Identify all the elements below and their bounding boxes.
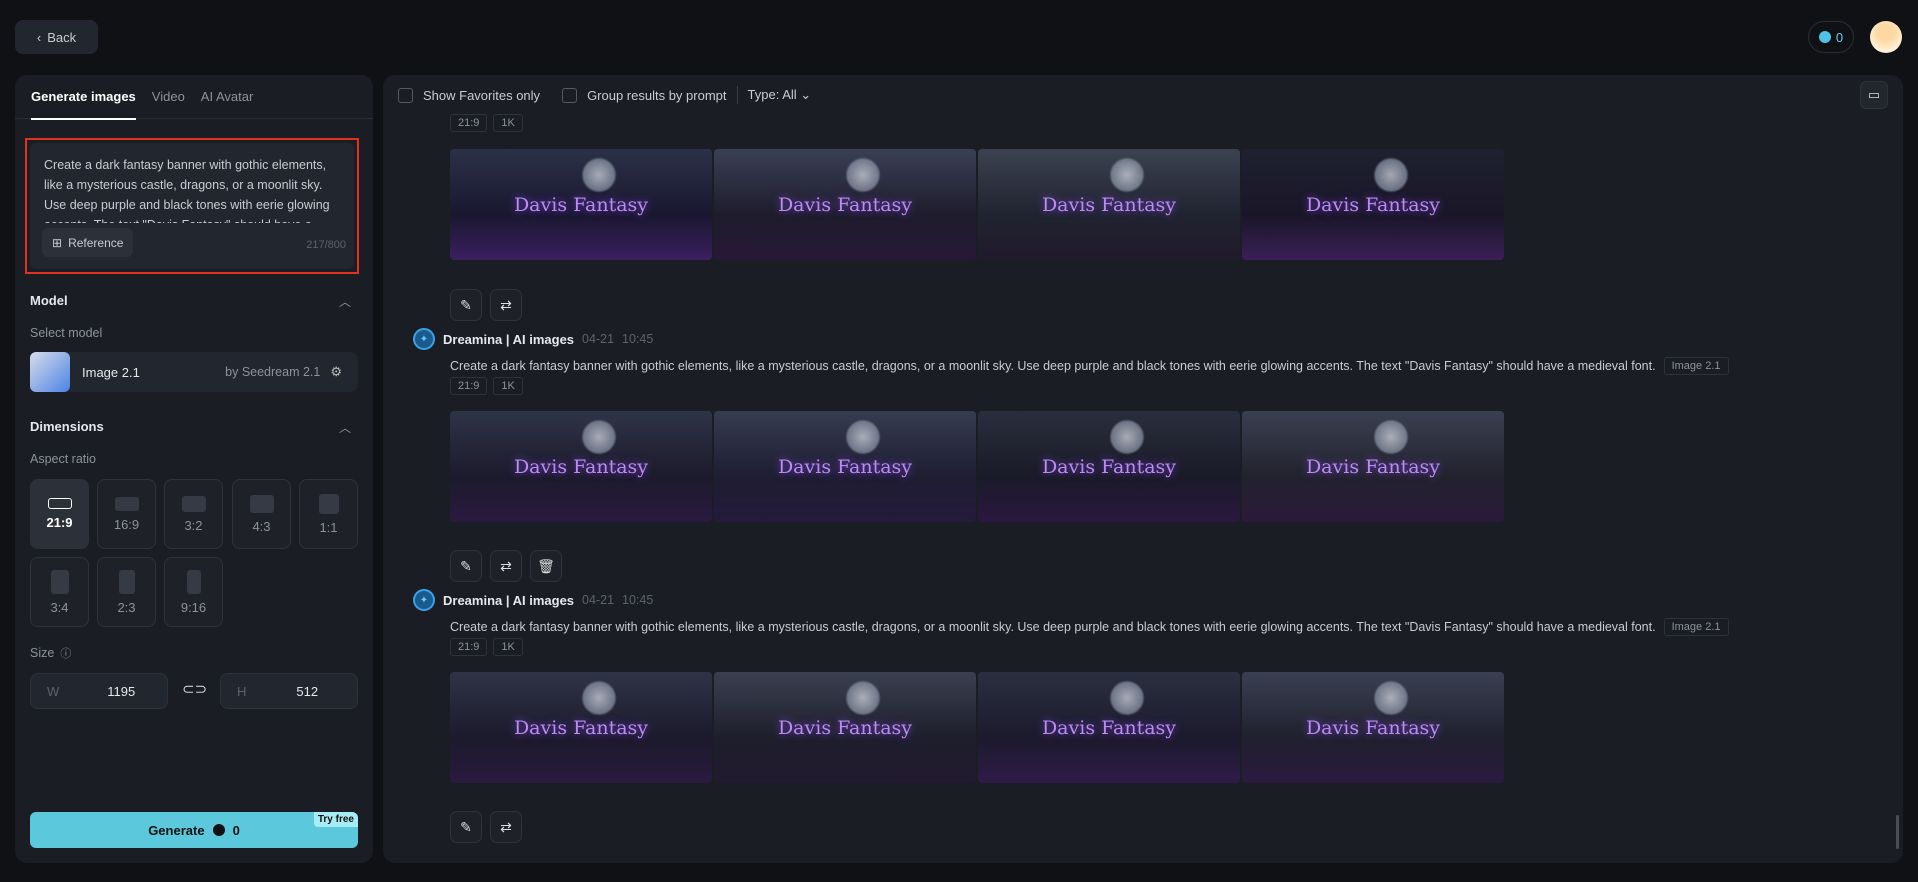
result-image[interactable]: Davis Fantasy — [978, 411, 1240, 522]
image-grid: Davis Fantasy Davis Fantasy Davis Fantas… — [450, 149, 1504, 260]
model-tag: Image 2.1 — [1663, 618, 1729, 636]
model-thumbnail — [30, 352, 70, 392]
prompt-highlight: Create a dark fantasy banner with gothic… — [25, 138, 359, 274]
result-prompt: Create a dark fantasy banner with gothic… — [450, 357, 1735, 375]
edit-pencil-icon[interactable]: ✎ — [450, 289, 482, 321]
width-input[interactable]: W 1195 — [30, 673, 168, 709]
credit-coin-icon — [212, 824, 225, 836]
settings-sliders-icon[interactable]: ⚙ — [330, 364, 342, 380]
info-icon[interactable]: ⓘ — [60, 645, 71, 661]
edit-pencil-icon[interactable]: ✎ — [450, 550, 482, 582]
credit-coin-icon — [1818, 31, 1831, 43]
regenerate-icon[interactable]: ⇄ — [490, 550, 522, 582]
result-tags: 21:9 1K — [450, 638, 529, 656]
credits-badge[interactable]: 0 — [1808, 21, 1854, 53]
prompt-input[interactable]: Create a dark fantasy banner with gothic… — [44, 155, 340, 223]
select-model-label: Select model — [30, 326, 103, 340]
try-free-badge: Try free — [313, 812, 358, 827]
ratio-21-9[interactable]: 21:9 — [30, 479, 89, 549]
dreamina-logo-icon: ✦ — [413, 328, 435, 350]
result-tags: 21:9 1K — [450, 377, 529, 395]
result-image[interactable]: Davis Fantasy — [978, 149, 1240, 260]
size-label-row: Size ⓘ — [30, 645, 72, 661]
model-tag: Image 2.1 — [1663, 357, 1729, 375]
result-image[interactable]: Davis Fantasy — [450, 672, 712, 783]
image-grid: Davis Fantasy Davis Fantasy Davis Fantas… — [450, 672, 1504, 783]
aspect-ratio-label: Aspect ratio — [30, 452, 97, 466]
regenerate-icon[interactable]: ⇄ — [490, 811, 522, 843]
trash-icon[interactable]: 🗑 — [530, 550, 562, 582]
tab-video[interactable]: Video — [152, 75, 185, 119]
link-icon[interactable]: ⊂⊃ — [182, 680, 207, 698]
tab-ai-avatar[interactable]: AI Avatar — [201, 75, 254, 119]
chevron-up-icon[interactable]: ︿ — [339, 419, 351, 436]
ratio-1-1[interactable]: 1:1 — [299, 479, 358, 549]
result-image[interactable]: Davis Fantasy — [978, 672, 1240, 783]
ratio-2-3[interactable]: 2:3 — [97, 557, 156, 627]
result-image[interactable]: Davis Fantasy — [450, 149, 712, 260]
ratio-shape-icon — [249, 494, 274, 513]
chevron-up-icon[interactable]: ︿ — [339, 293, 351, 310]
ratio-4-3[interactable]: 4:3 — [232, 479, 291, 549]
generate-button[interactable]: Generate 0 Try free — [30, 812, 358, 848]
ratio-shape-icon — [47, 498, 72, 509]
result-tags: 21:9 1K — [450, 114, 529, 132]
model-name: Image 2.1 — [82, 364, 140, 380]
result-image[interactable]: Davis Fantasy — [1242, 672, 1504, 783]
ratio-shape-icon — [181, 495, 206, 512]
dimensions-section-title: Dimensions — [30, 419, 104, 434]
result-image[interactable]: Davis Fantasy — [714, 411, 976, 522]
generation-panel: Generate images Video AI Avatar Create a… — [15, 75, 373, 863]
result-prompt: Create a dark fantasy banner with gothic… — [450, 618, 1735, 636]
ratio-shape-icon — [50, 569, 69, 594]
type-filter-dropdown[interactable]: Type: All ⌄ — [748, 87, 812, 103]
chevron-down-icon: ⌄ — [800, 87, 812, 102]
scrollbar[interactable] — [1896, 815, 1899, 849]
chevron-left-icon: ‹ — [36, 29, 42, 45]
edit-pencil-icon[interactable]: ✎ — [450, 811, 482, 843]
char-counter: 217/800 — [306, 239, 346, 251]
ratio-shape-icon — [318, 493, 339, 514]
dreamina-logo-icon: ✦ — [413, 589, 435, 611]
image-add-icon: ⊞ — [52, 235, 63, 250]
ratio-16-9[interactable]: 16:9 — [97, 479, 156, 549]
folder-icon[interactable]: ▭ — [1860, 81, 1888, 109]
tab-generate-images[interactable]: Generate images — [31, 75, 136, 120]
ratio-9-16[interactable]: 9:16 — [164, 557, 223, 627]
result-image[interactable]: Davis Fantasy — [714, 672, 976, 783]
ratio-shape-icon — [186, 569, 201, 594]
result-image[interactable]: Davis Fantasy — [714, 149, 976, 260]
result-image[interactable]: Davis Fantasy — [1242, 411, 1504, 522]
ratio-3-2[interactable]: 3:2 — [164, 479, 223, 549]
avatar[interactable] — [1870, 21, 1902, 53]
model-by: by Seedream 2.1 — [225, 365, 321, 379]
results-panel: Show Favorites only Group results by pro… — [383, 75, 1903, 863]
group-checkbox[interactable] — [562, 87, 578, 103]
favorites-checkbox[interactable] — [398, 87, 413, 103]
result-image[interactable]: Davis Fantasy — [450, 411, 712, 522]
ratio-shape-icon — [114, 496, 139, 511]
result-image[interactable]: Davis Fantasy — [1242, 149, 1504, 260]
height-input[interactable]: H 512 — [220, 673, 358, 709]
regenerate-icon[interactable]: ⇄ — [490, 289, 522, 321]
image-grid: Davis Fantasy Davis Fantasy Davis Fantas… — [450, 411, 1504, 522]
divider — [736, 86, 738, 104]
model-selector[interactable]: Image 2.1 by Seedream 2.1 ⚙ — [30, 352, 358, 392]
ratio-3-4[interactable]: 3:4 — [30, 557, 89, 627]
back-button[interactable]: ‹ Back — [15, 20, 98, 54]
model-section-title: Model — [30, 293, 68, 308]
ratio-shape-icon — [118, 569, 135, 594]
reference-button[interactable]: ⊞ Reference — [42, 228, 134, 257]
